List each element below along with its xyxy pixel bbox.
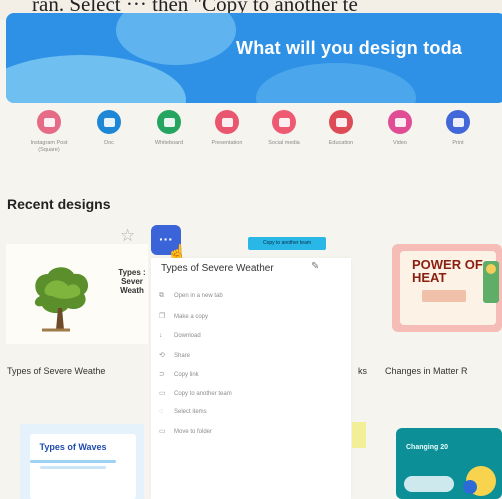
menu-item-select-items[interactable]: ◌ Select items — [159, 408, 207, 415]
print-icon — [446, 110, 470, 134]
menu-design-title[interactable]: Types of Severe Weather — [161, 263, 274, 274]
design-category-row: Instagram Post (Square) Doc Whiteboard P… — [0, 110, 502, 172]
star-icon[interactable]: ☆ — [120, 226, 135, 246]
design-thumbnail-power-of-heat[interactable]: POWER OF HEAT — [392, 244, 502, 332]
design-title-severe-weather[interactable]: Types of Severe Weathe — [7, 366, 105, 376]
thumbnail-title: Types of Waves — [39, 442, 107, 452]
select-icon: ◌ — [159, 408, 164, 415]
banner-shape — [116, 13, 236, 65]
social-media-icon — [272, 110, 296, 134]
instagram-square-icon — [37, 110, 61, 134]
menu-item-download[interactable]: ↓ Download — [159, 332, 201, 339]
category-social-media[interactable]: Social media — [256, 110, 312, 147]
doc-icon — [97, 110, 121, 134]
edit-pencil-icon[interactable]: ✎ — [311, 261, 319, 272]
thumbnail-overlay-text: Types : Sever Weath — [118, 268, 146, 295]
banner-title: What will you design toda — [236, 38, 463, 58]
design-context-menu: Types of Severe Weather ✎ ⧉ Open in a new… — [151, 258, 351, 499]
copy-icon: ❐ — [159, 313, 166, 320]
menu-item-share[interactable]: ⟲ Share — [159, 351, 190, 359]
category-print[interactable]: Print — [430, 110, 486, 147]
presentation-icon — [215, 110, 239, 134]
design-thumbnail-types-of-waves[interactable]: Types of Waves — [20, 424, 144, 499]
hero-banner: What will you design toda — [6, 13, 502, 103]
category-doc[interactable]: Doc — [81, 110, 137, 147]
banner-shape — [256, 63, 416, 103]
category-video[interactable]: Video — [372, 110, 428, 147]
open-new-tab-icon: ⧉ — [159, 292, 164, 299]
folder-icon: ▭ — [159, 428, 166, 435]
tree-illustration — [34, 267, 89, 332]
share-icon: ⟲ — [159, 352, 165, 359]
video-icon — [388, 110, 412, 134]
design-title-partial[interactable]: ks — [358, 366, 367, 376]
design-thumbnail-changes-in-matter[interactable]: Changing 20 — [396, 428, 502, 499]
menu-item-open-new-tab[interactable]: ⧉ Open in a new tab — [159, 292, 223, 300]
menu-item-move-to-folder[interactable]: ▭ Move to folder — [159, 427, 212, 435]
whiteboard-icon — [157, 110, 181, 134]
recent-designs-heading: Recent designs — [7, 196, 111, 212]
menu-item-make-copy[interactable]: ❐ Make a copy — [159, 312, 208, 320]
category-education[interactable]: Education — [313, 110, 369, 147]
category-presentation[interactable]: Presentation — [199, 110, 255, 147]
status-dot — [463, 480, 477, 494]
menu-item-copy-link[interactable]: ⊃ Copy link — [159, 370, 199, 378]
copy-to-team-icon: ▭ — [159, 390, 166, 397]
highlight-label: Copy to another team — [248, 237, 326, 250]
design-title-changes-in-matter[interactable]: Changes in Matter R — [385, 366, 468, 376]
category-instagram-post[interactable]: Instagram Post (Square) — [21, 110, 77, 154]
category-whiteboard[interactable]: Whiteboard — [141, 110, 197, 147]
download-icon: ↓ — [159, 332, 163, 339]
menu-item-copy-to-another-team[interactable]: ▭ Copy to another team — [159, 389, 232, 397]
design-thumbnail-partial[interactable] — [352, 422, 366, 448]
education-icon — [329, 110, 353, 134]
thumbnail-title: Changing 20 — [406, 444, 449, 451]
link-icon: ⊃ — [159, 371, 165, 378]
